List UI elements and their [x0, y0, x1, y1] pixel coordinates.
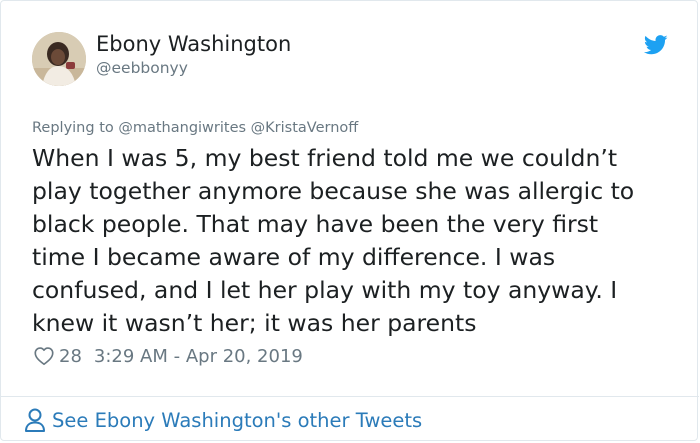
author-handle[interactable]: @eebbonyy: [96, 59, 188, 77]
avatar-image: [32, 32, 86, 86]
reply-context: Replying to @mathangiwrites @KristaVerno…: [32, 120, 359, 136]
tweet-text-line: time I became aware of my difference. I …: [32, 243, 556, 271]
embedded-tweet-card: Ebony Washington @eebbonyy Replying to @…: [0, 0, 699, 441]
person-icon: [25, 408, 45, 432]
tweet-meta: 28 3:29 AM - Apr 20, 2019: [33, 343, 303, 369]
tweet-text-line: knew it wasn’t her; it was her parents: [32, 309, 477, 337]
see-other-tweets-link[interactable]: See Ebony Washington's other Tweets: [24, 405, 422, 435]
twitter-bird-icon[interactable]: [644, 35, 668, 55]
avatar[interactable]: [32, 32, 86, 86]
author-name[interactable]: Ebony Washington: [96, 32, 291, 56]
tweet-text-line: When I was 5, my best friend told me we …: [32, 144, 618, 172]
tweet-text-line: confused, and I let her play with my toy…: [32, 276, 618, 304]
tweet-timestamp[interactable]: 3:29 AM - Apr 20, 2019: [94, 346, 303, 367]
see-other-tweets-label[interactable]: See Ebony Washington's other Tweets: [52, 409, 422, 432]
tweet-text-line: play together anymore because she was al…: [32, 177, 635, 205]
like-count[interactable]: 28: [59, 346, 82, 367]
tweet-text-line: black people. That may have been the ver…: [32, 210, 599, 238]
heart-icon[interactable]: [33, 345, 55, 367]
tweet-text: When I was 5, my best friend told me we …: [32, 142, 677, 340]
divider: [1, 396, 699, 397]
